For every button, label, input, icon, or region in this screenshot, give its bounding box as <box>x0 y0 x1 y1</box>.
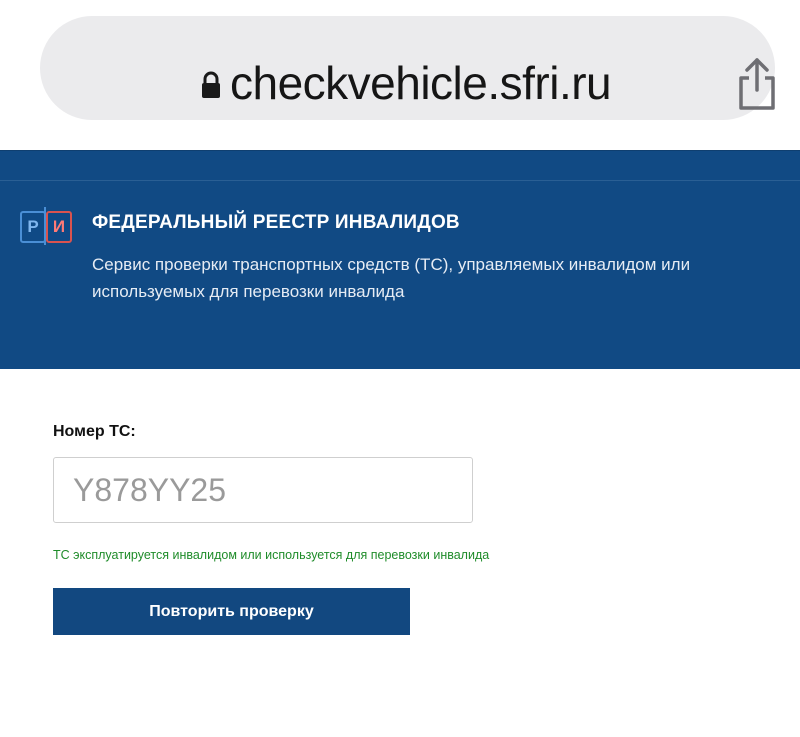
plate-number-input[interactable] <box>53 457 473 523</box>
logo-letter-right: И <box>46 211 72 243</box>
share-icon[interactable] <box>733 56 781 112</box>
browser-chrome: checkvehicle.sfri.ru <box>0 0 800 150</box>
url-text[interactable]: checkvehicle.sfri.ru <box>230 54 612 112</box>
retry-check-button[interactable]: Повторить проверку <box>53 588 410 635</box>
lock-icon <box>202 71 220 98</box>
site-header-banner: Р И ФЕДЕРАЛЬНЫЙ РЕЕСТР ИНВАЛИДОВ Сервис … <box>0 150 800 369</box>
fri-logo: Р И <box>20 207 72 245</box>
plate-number-label: Номер ТС: <box>53 423 136 440</box>
logo-letter-left: Р <box>20 211 46 243</box>
site-subtitle: Сервис проверки транспортных средств (ТС… <box>92 255 691 301</box>
address-bar[interactable]: checkvehicle.sfri.ru <box>40 16 775 120</box>
header-divider <box>0 180 800 181</box>
check-result-message: ТС эксплуатируется инвалидом или использ… <box>53 548 490 562</box>
site-title: ФЕДЕРАЛЬНЫЙ РЕЕСТР ИНВАЛИДОВ <box>92 212 460 233</box>
